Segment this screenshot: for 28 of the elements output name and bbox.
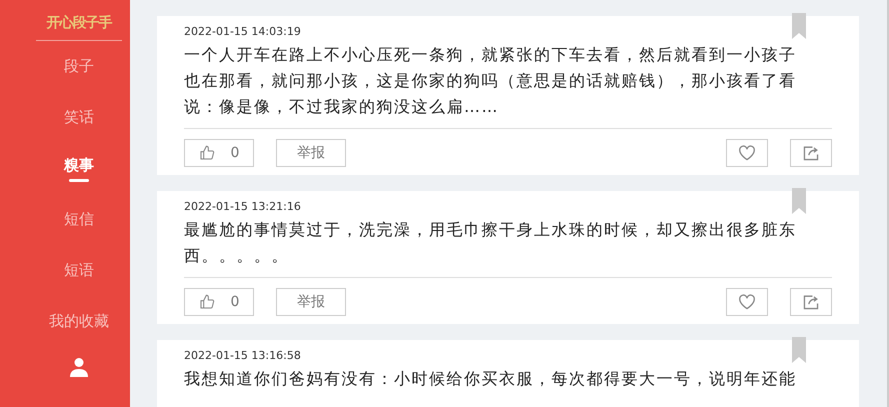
user-icon[interactable] xyxy=(70,357,88,377)
report-button[interactable]: 举报 xyxy=(276,139,346,167)
nav-item[interactable]: 我的收藏 xyxy=(49,296,109,347)
nav-item[interactable]: 短语 xyxy=(64,245,94,296)
share-button[interactable] xyxy=(790,139,832,167)
favorite-button[interactable] xyxy=(726,139,768,167)
like-button[interactable]: 0 xyxy=(184,139,254,167)
share-icon xyxy=(802,145,820,161)
heart-icon xyxy=(738,145,756,161)
report-button[interactable]: 举报 xyxy=(276,288,346,316)
nav-item[interactable]: 段子 xyxy=(64,41,94,92)
app-logo: 开心段子手 xyxy=(36,0,122,41)
thumbs-up-icon xyxy=(198,145,215,161)
post-time: 2022-01-15 13:16:58 xyxy=(184,348,301,364)
post-text: 一个人开车在路上不小心压死一条狗，就紧张的下车去看，然后就看到一小孩子也在那看，就问那小孩，这是你家的狗吗（意思是的话就赔钱），那小孩看了看说：像是像，不过我家的狗没这么扁…… xyxy=(184,44,798,118)
favorite-button[interactable] xyxy=(726,288,768,316)
nav-item[interactable]: 笑话 xyxy=(64,92,94,143)
thumbs-up-icon xyxy=(198,294,215,310)
post-time: 2022-01-15 13:21:16 xyxy=(184,199,301,215)
heart-icon xyxy=(738,294,756,310)
nav-item[interactable]: 短信 xyxy=(64,194,94,245)
share-button[interactable] xyxy=(790,288,832,316)
like-button[interactable]: 0 xyxy=(184,288,254,316)
nav-item[interactable]: 糗事 xyxy=(64,143,94,194)
post-text: 我想知道你们爸妈有没有：小时候给你买衣服，每次都得要大一号，说明年还能 xyxy=(184,368,798,390)
post-time: 2022-01-15 14:03:19 xyxy=(184,24,301,40)
post-text: 最尴尬的事情莫过于，洗完澡，用毛巾擦干身上水珠的时候，却又擦出很多脏东西。。。。。 xyxy=(184,219,798,267)
share-icon xyxy=(802,294,820,310)
